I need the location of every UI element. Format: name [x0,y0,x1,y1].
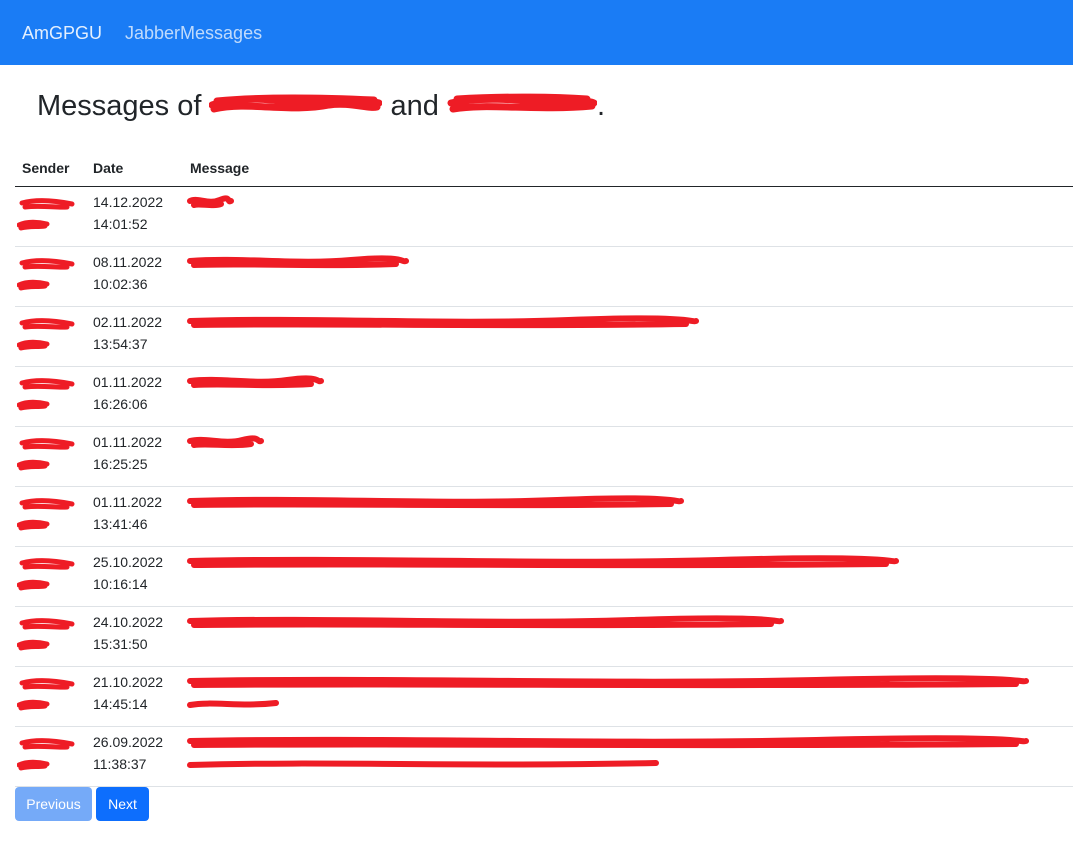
redacted-message [187,735,1029,768]
message-time: 16:25:25 [93,456,148,472]
message-cell [183,426,1073,487]
previous-button[interactable]: Previous [15,787,92,821]
date-cell: 08.11.2022 10:02:36 [86,246,183,307]
date-cell: 21.10.2022 14:45:14 [86,666,183,727]
top-navbar: AmGPGU JabberMessages [0,0,1073,65]
table-row: 21.10.2022 14:45:14 [15,666,1073,727]
sender-cell [15,486,86,547]
message-time: 14:01:52 [93,216,148,232]
sender-cell [15,366,86,427]
redacted-sender [17,378,75,411]
redacted-sender [17,258,75,291]
message-date: 08.11.2022 [93,254,163,270]
redacted-sender [17,318,75,351]
redacted-message [187,495,684,509]
date-cell: 26.09.2022 11:38:37 [86,726,183,787]
message-date: 21.10.2022 [93,674,164,690]
message-time: 14:45:14 [93,696,148,712]
message-cell [183,666,1073,727]
message-date: 02.11.2022 [93,314,163,330]
header-date: Date [86,150,183,187]
message-cell [183,546,1073,607]
sender-cell [15,546,86,607]
redacted-name-1 [209,91,383,119]
message-cell [183,366,1073,427]
message-cell [183,306,1073,367]
table-row: 01.11.2022 13:41:46 [15,486,1073,547]
header-sender: Sender [15,150,86,187]
message-cell [183,726,1073,787]
table-row: 02.11.2022 13:54:37 [15,306,1073,367]
date-cell: 02.11.2022 13:54:37 [86,306,183,367]
table-row: 24.10.2022 15:31:50 [15,606,1073,667]
message-cell [183,606,1073,667]
message-time: 13:54:37 [93,336,148,352]
redacted-message [187,435,264,449]
sender-cell [15,606,86,667]
sender-cell [15,186,86,247]
redacted-message [187,675,1029,708]
redacted-sender [17,558,75,591]
redacted-sender [17,618,75,651]
messages-table-container: Sender Date Message 14.12.2022 14:01:52 08… [15,150,1073,787]
redacted-message [187,315,699,329]
title-prefix: Messages of [37,90,202,122]
sender-cell [15,246,86,307]
message-date: 01.11.2022 [93,434,163,450]
next-button[interactable]: Next [96,787,149,821]
page-title: Messages of and . [37,86,605,126]
redacted-message [187,615,784,629]
date-cell: 01.11.2022 16:25:25 [86,426,183,487]
table-row: 14.12.2022 14:01:52 [15,186,1073,247]
sender-cell [15,306,86,367]
redacted-sender [17,738,75,771]
redacted-name-2 [447,91,597,119]
message-time: 13:41:46 [93,516,148,532]
title-and: and [390,90,439,122]
message-time: 15:31:50 [93,636,148,652]
table-header-row: Sender Date Message [15,150,1073,187]
message-time: 10:16:14 [93,576,148,592]
table-row: 25.10.2022 10:16:14 [15,546,1073,607]
message-date: 14.12.2022 [93,194,164,210]
nav-link-jabber-messages[interactable]: JabberMessages [125,21,262,45]
message-time: 16:26:06 [93,396,148,412]
message-cell [183,246,1073,307]
redacted-sender [17,498,75,531]
message-time: 11:38:37 [93,756,147,772]
redacted-message [187,375,324,389]
message-date: 01.11.2022 [93,374,163,390]
table-row: 01.11.2022 16:25:25 [15,426,1073,487]
sender-cell [15,666,86,727]
table-row: 01.11.2022 16:26:06 [15,366,1073,427]
message-time: 10:02:36 [93,276,148,292]
messages-table-body: 14.12.2022 14:01:52 08.11.2022 10:02:36 02.1… [15,186,1073,787]
brand-link[interactable]: AmGPGU [22,21,102,45]
date-cell: 24.10.2022 15:31:50 [86,606,183,667]
date-cell: 25.10.2022 10:16:14 [86,546,183,607]
redacted-message [187,195,234,209]
redacted-message [187,255,409,269]
sender-cell [15,726,86,787]
redacted-sender [17,678,75,711]
message-date: 24.10.2022 [93,614,164,630]
title-end: . [597,90,606,122]
header-message: Message [183,150,1073,187]
redacted-sender [17,438,75,471]
redacted-sender [17,198,75,231]
date-cell: 01.11.2022 13:41:46 [86,486,183,547]
message-cell [183,486,1073,547]
message-date: 01.11.2022 [93,494,163,510]
date-cell: 01.11.2022 16:26:06 [86,366,183,427]
date-cell: 14.12.2022 14:01:52 [86,186,183,247]
table-row: 26.09.2022 11:38:37 [15,726,1073,787]
redacted-message [187,555,899,569]
table-row: 08.11.2022 10:02:36 [15,246,1073,307]
message-date: 25.10.2022 [93,554,164,570]
message-date: 26.09.2022 [93,734,164,750]
message-cell [183,186,1073,247]
messages-table: Sender Date Message 14.12.2022 14:01:52 08… [15,150,1073,787]
sender-cell [15,426,86,487]
